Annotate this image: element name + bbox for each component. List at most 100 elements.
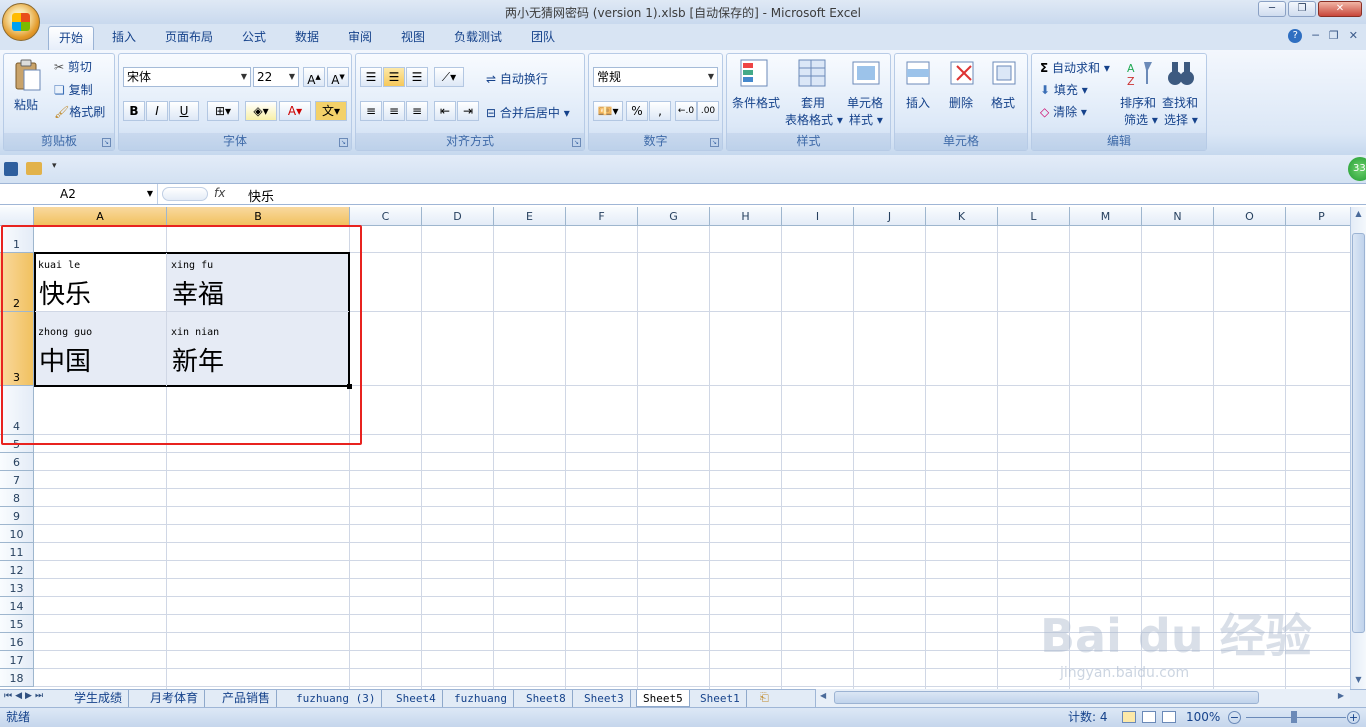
italic-button[interactable]: I [146,101,168,121]
row-header-13[interactable]: 13 [0,579,34,597]
clear-button[interactable]: ◇ 清除 ▾ [1040,103,1087,120]
sheet-tab[interactable]: 学生成绩 [68,690,130,707]
insert-sheet-icon[interactable]: ⎗ [760,691,769,705]
insert-cells-button[interactable]: 插入 [906,94,930,111]
wrap-text-button[interactable]: ⇌ 自动换行 [486,70,548,87]
delete-cells-button[interactable]: 删除 [949,94,973,111]
zoom-slider-thumb[interactable] [1291,711,1297,723]
align-bottom-button[interactable]: ☰ [406,67,428,87]
font-launcher[interactable]: ↘ [339,138,348,147]
column-header-b[interactable]: B [167,207,350,226]
zoom-in-icon[interactable]: + [1347,711,1360,724]
notification-badge[interactable]: 33 [1348,157,1366,181]
borders-button[interactable]: ⊞▾ [207,101,239,121]
number-launcher[interactable]: ↘ [710,138,719,147]
increase-indent-button[interactable]: ⇥ [457,101,479,121]
row-header-15[interactable]: 15 [0,615,34,633]
column-header-p[interactable]: P [1286,207,1350,226]
tab-view[interactable]: 视图 [391,26,435,50]
scroll-thumb[interactable] [1352,233,1365,633]
horizontal-scrollbar[interactable]: ◀ ▶ [815,689,1350,707]
tab-insert[interactable]: 插入 [102,26,146,50]
formula-expand-handle[interactable] [162,187,208,201]
sheet-tab[interactable]: fuzhuang (3) [290,690,383,707]
column-header-c[interactable]: C [350,207,422,226]
sheet-tab[interactable]: Sheet1 [694,690,747,707]
row-header-9[interactable]: 9 [0,507,34,525]
cell-styles-button[interactable]: 样式 ▾ [849,111,883,128]
clipboard-launcher[interactable]: ↘ [102,138,111,147]
open-folder-icon[interactable] [26,162,42,175]
fill-color-button[interactable]: ◈▾ [245,101,277,121]
tab-formulas[interactable]: 公式 [232,26,276,50]
column-header-j[interactable]: J [854,207,926,226]
sheet-tab-active[interactable]: Sheet5 [636,690,690,707]
column-header-f[interactable]: F [566,207,638,226]
cut-button[interactable]: ✂ 剪切 [54,58,92,75]
grow-font-button[interactable]: A▲ [303,67,325,87]
ribbon-restore-icon[interactable]: ❐ [1329,29,1339,43]
column-header-k[interactable]: K [926,207,998,226]
scroll-left-icon[interactable]: ◀ [820,691,826,700]
autosum-button[interactable]: Σ 自动求和 ▾ [1040,59,1110,76]
row-header-14[interactable]: 14 [0,597,34,615]
column-header-h[interactable]: H [710,207,782,226]
decrease-decimal-button[interactable]: .00 [697,101,719,121]
fill-button[interactable]: ⬇ 填充 ▾ [1040,81,1088,98]
row-header-17[interactable]: 17 [0,651,34,669]
row-header-16[interactable]: 16 [0,633,34,651]
scroll-right-icon[interactable]: ▶ [1338,691,1344,700]
conditional-format-button[interactable]: 条件格式 [732,94,780,111]
column-header-m[interactable]: M [1070,207,1142,226]
minimize-button[interactable]: ─ [1258,1,1286,17]
column-header-l[interactable]: L [998,207,1070,226]
column-header-d[interactable]: D [422,207,494,226]
tab-review[interactable]: 审阅 [338,26,382,50]
sheet-tab[interactable]: Sheet3 [578,690,631,707]
formula-input[interactable]: 快乐 [248,186,274,205]
sheet-tab[interactable]: Sheet4 [390,690,443,707]
font-size-combo[interactable]: 22 ▼ [253,67,299,87]
font-color-button[interactable]: A▾ [279,101,311,121]
sheet-tab[interactable]: fuzhuang [448,690,514,707]
worksheet-grid[interactable]: A B C D E F G H I J K L M N O P 1 2 3 4 … [0,207,1350,689]
percent-button[interactable]: % [626,101,648,121]
sheet-tab[interactable]: Sheet8 [520,690,573,707]
row-header-18[interactable]: 18 [0,669,34,687]
sheet-nav-arrows[interactable]: ⏮◀▶⏭ [4,691,46,701]
page-break-view-icon[interactable] [1162,711,1176,723]
zoom-level[interactable]: 100% [1186,708,1220,727]
ribbon-close-icon[interactable]: ✕ [1349,29,1358,43]
customize-qat-icon[interactable]: ▾ [52,161,57,171]
font-name-combo[interactable]: 宋体 ▼ [123,67,251,87]
comma-button[interactable]: , [649,101,671,121]
normal-view-icon[interactable] [1122,711,1136,723]
row-header-10[interactable]: 10 [0,525,34,543]
save-icon[interactable] [4,162,18,176]
tab-team[interactable]: 团队 [521,26,565,50]
align-top-button[interactable]: ☰ [360,67,382,87]
paste-button[interactable] [12,58,42,92]
bold-button[interactable]: B [123,101,145,121]
decrease-indent-button[interactable]: ⇤ [434,101,456,121]
align-right-button[interactable]: ≡ [406,101,428,121]
currency-button[interactable]: 💴▾ [593,101,623,121]
office-button[interactable] [2,3,40,41]
h-scroll-thumb[interactable] [834,691,1259,704]
copy-button[interactable]: ❏ 复制 [54,81,93,98]
column-header-o[interactable]: O [1214,207,1286,226]
tab-page-layout[interactable]: 页面布局 [155,26,223,50]
row-header-7[interactable]: 7 [0,471,34,489]
restore-button[interactable]: ❐ [1288,1,1316,17]
find-select-button[interactable]: 选择 ▾ [1164,111,1198,128]
align-left-button[interactable]: ≡ [360,101,382,121]
tab-home[interactable]: 开始 [48,26,95,50]
help-icon[interactable]: ? [1288,29,1303,43]
column-header-n[interactable]: N [1142,207,1214,226]
row-header-8[interactable]: 8 [0,489,34,507]
scroll-up-icon[interactable]: ▲ [1352,209,1365,221]
phonetic-button[interactable]: 文▾ [315,101,347,121]
name-box[interactable]: A2 ▼ [0,184,158,204]
close-button[interactable]: ✕ [1318,1,1362,17]
alignment-launcher[interactable]: ↘ [572,138,581,147]
